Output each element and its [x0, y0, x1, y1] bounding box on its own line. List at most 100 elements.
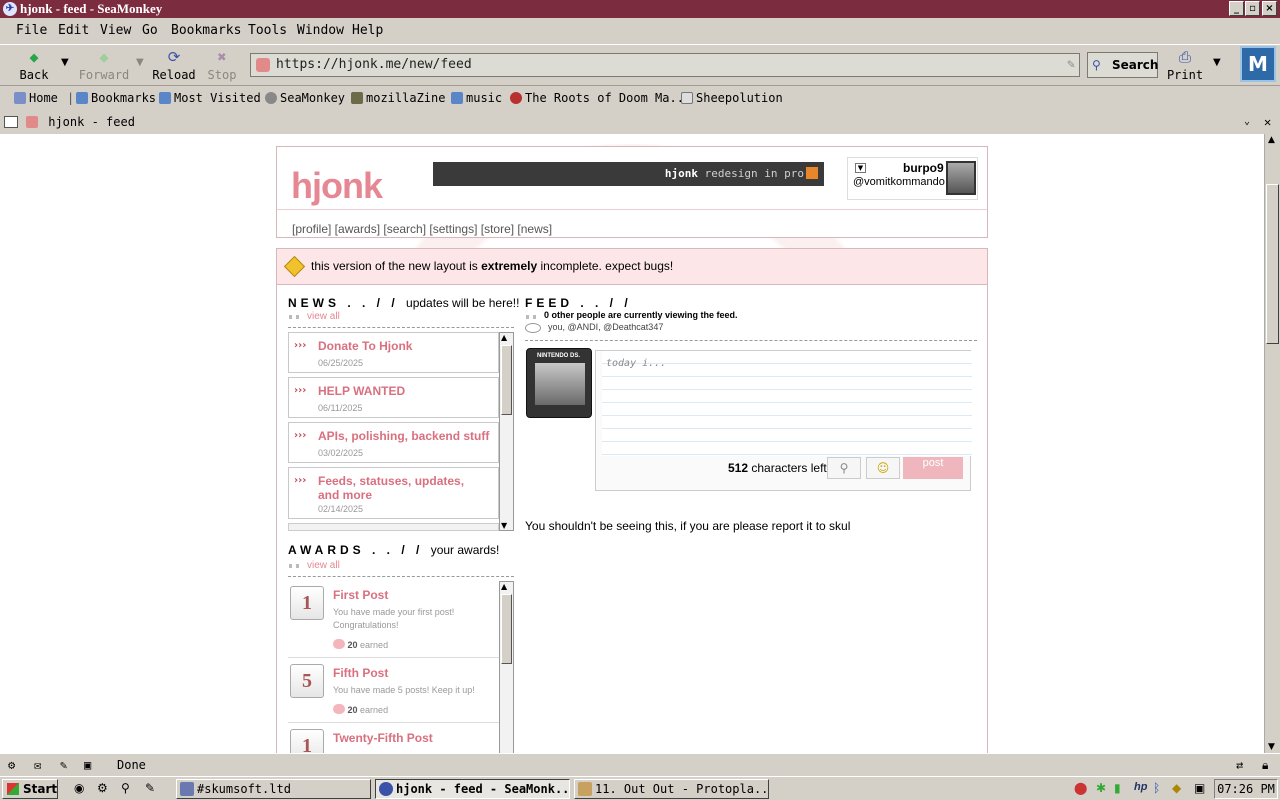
- back-dropdown-icon[interactable]: ▼: [61, 57, 69, 68]
- page-content: hjonk hjonk redesign in pro ▼ burpo9 @vo…: [0, 134, 1264, 753]
- navigator-component-icon[interactable]: ⚙: [8, 754, 15, 776]
- task-skumsoft[interactable]: #skumsoft.ltd: [176, 779, 371, 799]
- tray-antivirus-icon[interactable]: ⬤: [1074, 781, 1087, 795]
- hjonk-logo[interactable]: hjonk: [291, 165, 383, 207]
- username: burpo9: [903, 161, 944, 175]
- close-button[interactable]: ×: [1262, 1, 1277, 16]
- stop-button[interactable]: ✖ Stop: [199, 47, 245, 83]
- addressbook-component-icon[interactable]: ▣: [84, 754, 91, 776]
- mozillazine-icon: [351, 92, 363, 104]
- menu-edit[interactable]: Edit: [58, 20, 89, 42]
- emoji-smiley-icon[interactable]: ☺: [866, 457, 900, 479]
- post-button[interactable]: post: [903, 457, 963, 479]
- composer-component-icon[interactable]: ✎: [60, 754, 67, 776]
- tray-signal-icon[interactable]: ▮: [1114, 781, 1121, 795]
- bookmark-seamonkey[interactable]: SeaMonkey: [265, 87, 345, 109]
- attach-paperclip-icon[interactable]: ⚲: [827, 457, 861, 479]
- main-columns: NEWS . . / / updates will be here!! view…: [276, 285, 988, 753]
- site-nav-links[interactable]: [profile] [awards] [search] [settings] […: [292, 222, 552, 236]
- award-item[interactable]: 5 Fifth Post You have made 5 posts! Keep…: [288, 660, 499, 723]
- tab-list-chevron-icon[interactable]: ⌄: [1244, 111, 1250, 133]
- news-scrollbar[interactable]: ▲ ▼: [499, 332, 514, 531]
- seamonkey-throbber-icon[interactable]: M: [1240, 46, 1276, 82]
- news-item[interactable]: ››› Feeds, statuses, updates, and more 02/…: [288, 467, 499, 519]
- user-menu-chevron-icon[interactable]: ▼: [855, 163, 866, 173]
- reload-icon: ⟳: [167, 48, 181, 66]
- new-tab-icon[interactable]: [4, 116, 18, 128]
- awards-view-all-link[interactable]: view all: [307, 560, 340, 571]
- news-view-all-link[interactable]: view all: [307, 311, 340, 322]
- menu-go[interactable]: Go: [142, 20, 158, 42]
- task-out-out-protoplanet[interactable]: 11. Out Out - Protopla...: [574, 779, 769, 799]
- quicklaunch-browser-icon[interactable]: ◉: [74, 781, 84, 795]
- forward-button[interactable]: ◆ Forward: [78, 47, 130, 83]
- window-title: hjonk - feed - SeaMonkey: [20, 1, 163, 16]
- music-player-icon: [578, 782, 592, 796]
- clock: 07:26 PM: [1214, 779, 1278, 799]
- maximize-button[interactable]: ▫: [1245, 1, 1260, 16]
- menu-window[interactable]: Window: [297, 20, 344, 42]
- bookmark-bookmarks[interactable]: Bookmarks: [76, 87, 156, 109]
- tray-bluetooth-icon[interactable]: ᛒ: [1153, 781, 1160, 795]
- tab-hjonk-feed[interactable]: hjonk - feed: [26, 111, 135, 133]
- bookmark-most-visited[interactable]: Most Visited: [159, 87, 261, 109]
- menu-file[interactable]: File: [16, 20, 47, 42]
- folder-icon: [159, 92, 171, 104]
- status-text: Done: [117, 758, 146, 772]
- tray-network-icon[interactable]: ▣: [1194, 781, 1205, 795]
- bookmark-roots-of-doom[interactable]: The Roots of Doom Ma...: [510, 87, 691, 109]
- forward-dropdown-icon[interactable]: ▼: [136, 57, 144, 68]
- search-button[interactable]: ⚲ Search: [1087, 52, 1158, 78]
- status-bar: ⚙ ✉ ✎ ▣ Done ⇄ 🔒︎: [0, 753, 1280, 775]
- quicklaunch-tools-icon[interactable]: ✎: [145, 781, 155, 795]
- menu-bookmarks[interactable]: Bookmarks: [171, 20, 241, 42]
- news-ticker: hjonk redesign in pro: [433, 162, 824, 186]
- awards-heading: AWARDS . . / / your awards!: [288, 543, 500, 557]
- menu-help[interactable]: Help: [352, 20, 383, 42]
- menu-view[interactable]: View: [100, 20, 131, 42]
- compose-textarea[interactable]: today i...: [602, 351, 972, 456]
- close-tab-icon[interactable]: ✕: [1264, 111, 1271, 133]
- back-button[interactable]: ◆ Back: [11, 47, 57, 83]
- news-item[interactable]: ››› HELP WANTED 06/11/2025: [288, 377, 499, 418]
- chevron-right-icon: ›››: [294, 475, 307, 486]
- tray-notification-icon[interactable]: ◆: [1172, 781, 1181, 795]
- quicklaunch-settings-icon[interactable]: ⚙: [97, 781, 108, 795]
- quicklaunch-search-icon[interactable]: ⚲: [121, 781, 130, 795]
- url-field[interactable]: https://hjonk.me/new/feed ✎: [250, 53, 1080, 77]
- mail-component-icon[interactable]: ✉: [34, 754, 41, 776]
- page-scrollbar[interactable]: ▲ ▼: [1264, 134, 1280, 753]
- award-item[interactable]: 1 First Post You have made your first po…: [288, 582, 499, 658]
- rss-icon[interactable]: [806, 167, 818, 179]
- stop-icon: ✖: [217, 48, 227, 66]
- tray-settings-icon[interactable]: ✱: [1096, 781, 1106, 795]
- news-horizontal-scrollbar[interactable]: [288, 523, 499, 531]
- warning-banner: this version of the new layout is extrem…: [276, 248, 988, 285]
- tray-hp-icon[interactable]: hp: [1134, 781, 1147, 793]
- menu-tools[interactable]: Tools: [248, 20, 287, 42]
- security-lock-icon[interactable]: 🔒︎: [1262, 754, 1268, 776]
- eye-icon: [525, 323, 541, 333]
- bookmark-home[interactable]: Home: [14, 87, 58, 109]
- bookmark-music[interactable]: music: [451, 87, 502, 109]
- print-button[interactable]: ⎙ Print: [1162, 47, 1208, 83]
- avatar[interactable]: [946, 161, 976, 195]
- award-item[interactable]: 1 Twenty-Fifth Post: [288, 725, 499, 753]
- ds-cartridge-avatar[interactable]: NINTENDO DS.: [526, 348, 592, 418]
- user-box[interactable]: ▼ burpo9 @vomitkommando: [847, 157, 978, 200]
- url-bookmark-icon[interactable]: ✎: [1067, 54, 1075, 76]
- bookmark-sheepolution[interactable]: Sheepolution: [681, 87, 783, 109]
- news-item[interactable]: ››› APIs, polishing, backend stuff 03/02/2…: [288, 422, 499, 463]
- start-button[interactable]: Start: [2, 779, 58, 799]
- cartridge-brand: NINTENDO DS.: [537, 353, 581, 359]
- awards-scrollbar[interactable]: ▲: [499, 581, 514, 753]
- reload-button[interactable]: ⟳ Reload: [151, 47, 197, 83]
- avatar-photo: [535, 363, 585, 405]
- minimize-button[interactable]: _: [1229, 1, 1244, 16]
- forward-arrow-icon: ◆: [99, 48, 109, 66]
- online-status-icon[interactable]: ⇄: [1236, 754, 1243, 776]
- print-dropdown-icon[interactable]: ▼: [1213, 57, 1221, 68]
- bookmark-mozillazine[interactable]: mozillaZine: [351, 87, 445, 109]
- news-item[interactable]: ››› Donate To Hjonk 06/25/2025: [288, 332, 499, 373]
- task-hjonk-feed[interactable]: hjonk - feed - SeaMonk...: [375, 779, 570, 799]
